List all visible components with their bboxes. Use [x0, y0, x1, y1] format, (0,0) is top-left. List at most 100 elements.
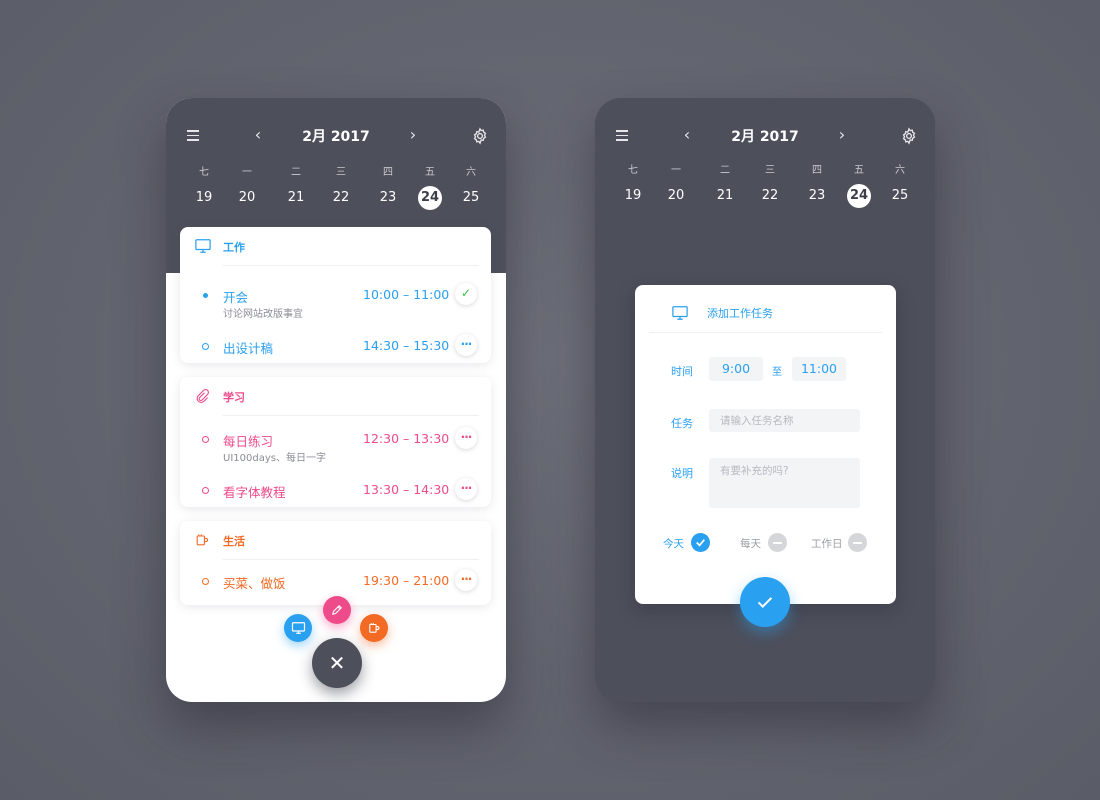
chevron-left-icon[interactable]: ‹ — [251, 127, 265, 143]
task-name: 出设计稿 — [223, 341, 274, 356]
weekday-name: 一 — [242, 167, 252, 178]
check-icon — [757, 597, 773, 609]
card-header: 工作 — [180, 227, 491, 266]
date-number: 22 — [332, 190, 350, 205]
task-name: 开会 — [223, 290, 249, 305]
calendar-day[interactable]: 四 23 — [373, 166, 403, 210]
more-options-icon[interactable]: ··· — [455, 427, 477, 449]
top-bar: ‹ 2月 2017 › — [166, 124, 506, 148]
task-row[interactable]: 开会 讨论网站改版事宜 10:00 – 11:00 ✓ — [180, 283, 491, 327]
task-row[interactable]: 看字体教程 13:30 – 14:30 ··· — [180, 478, 491, 522]
check-icon[interactable]: ✓ — [455, 283, 477, 305]
category-card-work: 工作 开会 讨论网站改版事宜 10:00 – 11:00 ✓ 出设计稿 14:30 – 15… — [180, 227, 491, 363]
option-label: 工作日 — [811, 538, 843, 550]
unchecked-circle-icon[interactable] — [848, 533, 867, 552]
weekday-name: 五 — [425, 167, 435, 178]
task-bullet — [202, 436, 209, 443]
card-header: 生活 — [180, 521, 491, 560]
more-options-icon[interactable]: ··· — [455, 478, 477, 500]
month-title: 2月 2017 — [302, 129, 370, 145]
task-subtitle: UI100days、每日一字 — [223, 453, 326, 464]
add-task-screen: ‹ 2月 2017 › 七 19 一 20 二 21 三 22 四 23 五 24 六 25 添加工作任务… — [595, 98, 935, 702]
start-time-field[interactable]: 9:00 — [709, 357, 763, 381]
task-bullet — [202, 343, 209, 350]
calendar-day[interactable]: 二 21 — [710, 164, 740, 208]
date-number: 21 — [716, 188, 734, 203]
weekday-name: 三 — [765, 165, 775, 176]
coffee-cup-icon — [369, 623, 380, 633]
check-circle-icon[interactable] — [691, 533, 710, 552]
weekday-name: 七 — [199, 167, 209, 178]
date-number: 23 — [808, 188, 826, 203]
add-task-dialog: 添加工作任务 时间 9:00 至 11:00 任务 说明 今天 每天 工作日 — [635, 285, 896, 604]
divider — [649, 332, 882, 333]
calendar-day[interactable]: 六 25 — [456, 166, 486, 210]
confirm-button[interactable] — [740, 577, 790, 627]
chevron-right-icon[interactable]: › — [406, 127, 420, 143]
close-icon: ✕ — [328, 651, 346, 675]
weekday-name: 二 — [291, 167, 301, 178]
weekday-name: 六 — [895, 165, 905, 176]
more-options-icon[interactable]: ··· — [455, 334, 477, 356]
date-number: 19 — [624, 188, 642, 203]
pencil-icon — [332, 605, 342, 615]
add-study-task-button[interactable] — [323, 596, 351, 624]
close-fab-button[interactable]: ✕ — [312, 638, 362, 688]
to-label: 至 — [772, 367, 782, 378]
task-row[interactable]: 出设计稿 14:30 – 15:30 ··· — [180, 334, 491, 378]
calendar-day[interactable]: 七 19 — [189, 166, 219, 210]
category-label: 工作 — [223, 241, 245, 254]
add-work-task-button[interactable] — [284, 614, 312, 642]
dialog-title: 添加工作任务 — [707, 307, 773, 320]
calendar-day[interactable]: 二 21 — [281, 166, 311, 210]
weekday-name: 三 — [336, 167, 346, 178]
chevron-right-icon[interactable]: › — [835, 127, 849, 143]
option-label: 今天 — [663, 538, 684, 550]
weekday-name: 四 — [812, 165, 822, 176]
category-label: 学习 — [223, 391, 245, 404]
date-number: 24 — [418, 186, 442, 210]
task-name-input[interactable] — [709, 409, 860, 432]
weekday-name: 一 — [671, 165, 681, 176]
gear-icon[interactable] — [900, 127, 918, 145]
calendar-day[interactable]: 五 24 — [844, 164, 874, 208]
gear-icon[interactable] — [471, 127, 489, 145]
weekday-name: 二 — [720, 165, 730, 176]
weekday-name: 七 — [628, 165, 638, 176]
calendar-day[interactable]: 一 20 — [661, 164, 691, 208]
calendar-day[interactable]: 四 23 — [802, 164, 832, 208]
note-input[interactable] — [709, 458, 860, 508]
date-number: 25 — [891, 188, 909, 203]
monitor-icon — [194, 238, 212, 254]
note-label: 说明 — [671, 467, 693, 480]
task-list-screen: ‹ 2月 2017 › 七 19 一 20 二 21 三 22 四 23 五 24 六 25 工作开会 讨论… — [166, 98, 506, 702]
task-name: 看字体教程 — [223, 485, 286, 500]
coffee-cup-icon — [194, 532, 212, 548]
option-label: 每天 — [740, 538, 761, 550]
calendar-day[interactable]: 七 19 — [618, 164, 648, 208]
more-options-icon[interactable]: ··· — [455, 569, 477, 591]
task-bullet — [202, 487, 209, 494]
task-bullet — [203, 293, 208, 298]
top-bar: ‹ 2月 2017 › — [595, 124, 935, 148]
task-row[interactable]: 每日练习 UI100days、每日一字 12:30 – 13:30 ··· — [180, 427, 491, 471]
category-card-study: 学习 每日练习 UI100days、每日一字 12:30 – 13:30 ··· 看字体教… — [180, 377, 491, 507]
calendar-day[interactable]: 六 25 — [885, 164, 915, 208]
monitor-icon — [672, 306, 688, 320]
menu-icon[interactable] — [187, 130, 199, 141]
task-name: 每日练习 — [223, 434, 274, 449]
menu-icon[interactable] — [616, 130, 628, 141]
calendar-day[interactable]: 一 20 — [232, 166, 262, 210]
add-life-task-button[interactable] — [360, 614, 388, 642]
category-label: 生活 — [223, 535, 245, 548]
date-number: 20 — [238, 190, 256, 205]
chevron-left-icon[interactable]: ‹ — [680, 127, 694, 143]
weekday-name: 五 — [854, 165, 864, 176]
calendar-day[interactable]: 三 22 — [755, 164, 785, 208]
divider — [223, 559, 479, 560]
unchecked-circle-icon[interactable] — [768, 533, 787, 552]
date-number: 24 — [847, 184, 871, 208]
calendar-day[interactable]: 五 24 — [415, 166, 445, 210]
end-time-field[interactable]: 11:00 — [792, 357, 846, 381]
calendar-day[interactable]: 三 22 — [326, 166, 356, 210]
